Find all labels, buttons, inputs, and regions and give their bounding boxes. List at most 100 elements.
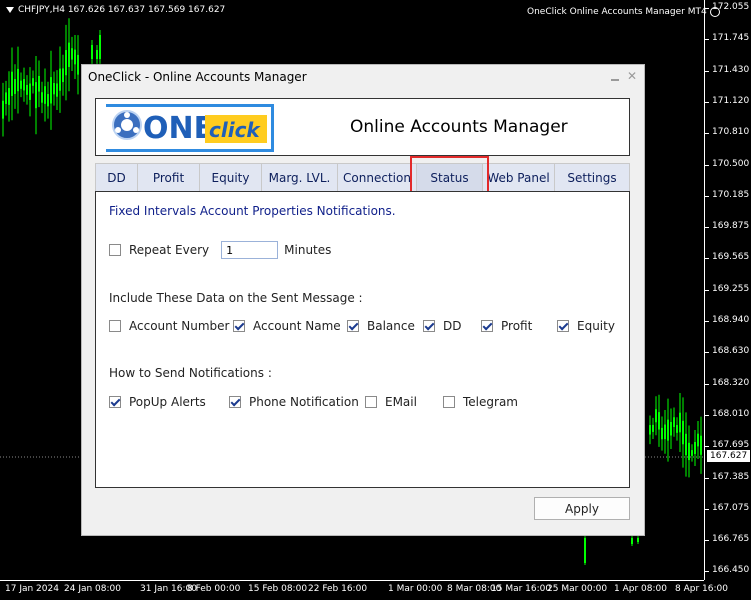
- candle-body: [697, 433, 699, 447]
- candle-body: [682, 420, 684, 445]
- data-item-profit[interactable]: Profit: [481, 319, 557, 333]
- tab-equity[interactable]: Equity: [199, 163, 262, 191]
- repeat-unit-label: Minutes: [284, 243, 332, 257]
- profit-checkbox[interactable]: [481, 320, 493, 332]
- send-item-phone[interactable]: Phone Notification: [229, 395, 365, 409]
- candle-body: [56, 83, 58, 97]
- repeat-interval-input[interactable]: 1: [221, 241, 279, 259]
- send-item-popup[interactable]: PopUp Alerts: [109, 395, 229, 409]
- time-tick-label: 8 Apr 16:00: [675, 584, 728, 594]
- chart-symbol-info: CHFJPY,H4 167.626 167.637 167.569 167.62…: [6, 5, 225, 15]
- balance-label: Balance: [367, 319, 415, 333]
- candle-body: [65, 50, 67, 76]
- repeat-checkbox[interactable]: [109, 244, 121, 256]
- price-axis[interactable]: 172.055 171.745 171.430 171.120 170.810 170.5…: [704, 0, 751, 580]
- tab-status[interactable]: Status: [416, 163, 483, 191]
- tab-web-panel[interactable]: Web Panel: [482, 163, 555, 191]
- dd-label: DD: [443, 319, 462, 333]
- data-item-dd[interactable]: DD: [423, 319, 481, 333]
- price-tick: [705, 8, 709, 9]
- candle-body: [685, 433, 687, 456]
- popup-alerts-checkbox[interactable]: [109, 396, 121, 408]
- price-tick: [705, 508, 709, 510]
- time-tick-label: 22 Feb 16:00: [308, 584, 368, 594]
- account-number-label: Account Number: [129, 319, 230, 333]
- account-name-checkbox[interactable]: [233, 320, 245, 332]
- expert-advisor-label: OneClick Online Accounts Manager MT4: [527, 7, 720, 17]
- candle-body: [96, 50, 98, 59]
- candle-body: [53, 83, 55, 95]
- price-tick: [705, 164, 709, 166]
- price-tick: [705, 70, 709, 72]
- price-tick: [705, 383, 709, 385]
- tab-profit[interactable]: Profit: [137, 163, 200, 191]
- telegram-label: Telegram: [463, 395, 518, 409]
- time-tick-label: 1 Mar 00:00: [388, 584, 443, 594]
- symbol-info-text: CHFJPY,H4 167.626 167.637 167.569 167.62…: [18, 5, 226, 15]
- price-tick-label: 170.810: [712, 127, 750, 138]
- candle-body: [673, 417, 675, 428]
- price-tick-label: 168.630: [712, 346, 750, 357]
- data-item-account-name[interactable]: Account Name: [233, 319, 347, 333]
- data-item-equity[interactable]: Equity: [557, 319, 615, 333]
- time-tick-label: 24 Jan 08:00: [64, 584, 121, 594]
- candle-body: [35, 82, 37, 109]
- candle-body: [23, 79, 25, 91]
- candle-body: [658, 412, 660, 430]
- repeat-label: Repeat Every: [129, 243, 210, 257]
- account-number-checkbox[interactable]: [109, 320, 121, 332]
- candle-body: [661, 427, 663, 440]
- send-item-email[interactable]: EMail: [365, 395, 443, 409]
- candle-body: [71, 48, 73, 60]
- price-tick: [705, 352, 709, 354]
- time-axis[interactable]: 17 Jan 2024 24 Jan 08:00 31 Jan 16:00 8 Feb…: [0, 580, 728, 600]
- price-tick-label: 171.430: [712, 64, 750, 75]
- tab-dd[interactable]: DD: [95, 163, 138, 191]
- time-tick-label: 1 Apr 08:00: [614, 584, 667, 594]
- telegram-checkbox[interactable]: [443, 396, 455, 408]
- candle-body: [679, 412, 681, 433]
- apply-button[interactable]: Apply: [534, 497, 630, 520]
- dropdown-triangle-icon[interactable]: [6, 7, 14, 13]
- price-tick-label: 172.055: [712, 2, 750, 12]
- candle-body: [700, 435, 702, 455]
- data-items-row: Account Number Account Name Balance DD P…: [109, 319, 615, 333]
- price-tick: [705, 446, 709, 448]
- candle-body: [11, 71, 13, 96]
- time-tick-label: 17 Jan 2024: [5, 584, 59, 594]
- price-tick-label: 170.500: [712, 158, 750, 169]
- send-items-row: PopUp Alerts Phone Notification EMail Te…: [109, 395, 518, 409]
- candle-body: [41, 92, 43, 103]
- balance-checkbox[interactable]: [347, 320, 359, 332]
- phone-notification-checkbox[interactable]: [229, 396, 241, 408]
- dd-checkbox[interactable]: [423, 320, 435, 332]
- price-tick-label: 171.745: [712, 33, 750, 44]
- candle-body: [62, 68, 64, 83]
- profit-label: Profit: [501, 319, 533, 333]
- dialog-titlebar[interactable]: OneClick - Online Accounts Manager ✕: [82, 65, 644, 89]
- price-tick: [705, 133, 709, 135]
- minimize-icon[interactable]: [610, 79, 619, 81]
- popup-alerts-label: PopUp Alerts: [129, 395, 206, 409]
- candle-body: [32, 78, 34, 86]
- data-item-balance[interactable]: Balance: [347, 319, 423, 333]
- price-tick-label: 170.185: [712, 189, 750, 200]
- candle-body: [14, 79, 16, 94]
- price-tick: [705, 321, 709, 322]
- email-checkbox[interactable]: [365, 396, 377, 408]
- send-item-telegram[interactable]: Telegram: [443, 395, 518, 409]
- header-title: Online Accounts Manager: [350, 117, 568, 137]
- tab-margin-level[interactable]: Marg. LVL.: [261, 163, 338, 191]
- time-tick-label: 8 Feb 00:00: [187, 584, 241, 594]
- equity-checkbox[interactable]: [557, 320, 569, 332]
- candle-body: [5, 92, 7, 104]
- close-icon[interactable]: ✕: [627, 69, 637, 83]
- equity-label: Equity: [577, 319, 615, 333]
- tab-connection[interactable]: Connection: [337, 163, 417, 191]
- tab-settings[interactable]: Settings: [554, 163, 630, 191]
- candle-body: [670, 421, 672, 436]
- data-item-account-number[interactable]: Account Number: [109, 319, 233, 333]
- svg-text:click: click: [209, 118, 261, 142]
- price-tick: [705, 477, 709, 479]
- candle-body: [99, 35, 101, 59]
